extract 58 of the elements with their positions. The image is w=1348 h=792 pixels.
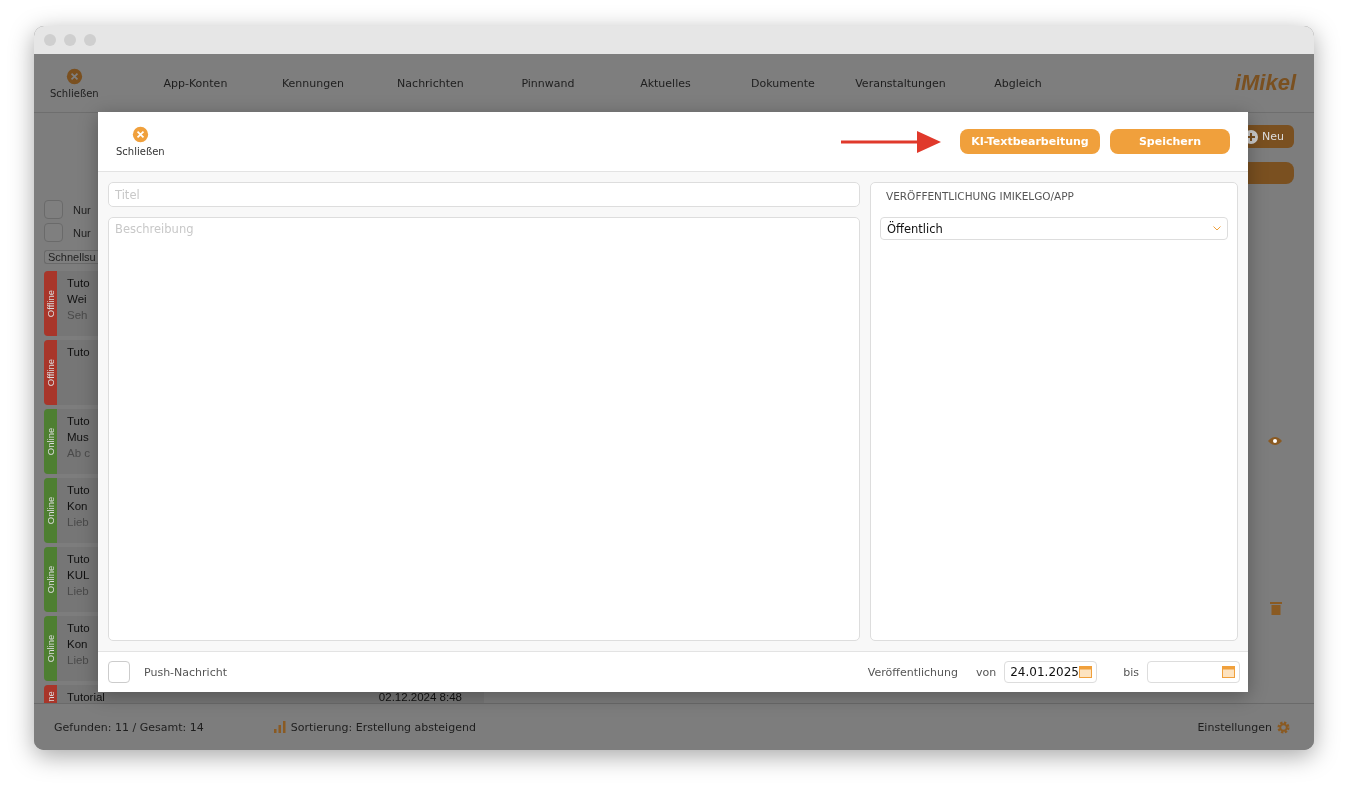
action-bar[interactable] [1248,162,1294,184]
checkbox-label: Push-Nachricht [144,665,227,679]
item-title: Tuto [67,622,91,635]
close-button[interactable]: Schließen [50,67,99,99]
item-title: Tuto [67,484,91,497]
checkbox-label: Nur [73,203,91,216]
item-title: Tuto [67,553,91,566]
bar-chart-icon[interactable] [273,721,286,733]
item-title: Kon [67,638,89,651]
status-badge: Online [44,616,57,681]
nav-item[interactable]: Kennungen [254,76,372,90]
status-badge: Online [44,547,57,612]
settings-icon[interactable] [1277,720,1290,734]
item-title: Tutorial [67,691,105,703]
calendar-icon[interactable] [1222,666,1235,678]
logo: iMikel [1234,70,1296,96]
status-badge: ne [44,685,57,703]
nav-item[interactable]: Veranstaltungen [841,76,960,90]
item-title: Wei [67,293,88,306]
eye-icon[interactable] [1268,435,1282,446]
item-title: Tuto [67,415,91,428]
trash-icon[interactable] [1270,601,1282,616]
item-title: Tuto [67,277,91,290]
ai-edit-button[interactable]: KI-Textbearbeitung [960,129,1100,154]
nav-item[interactable]: Aktuelles [606,76,725,90]
to-label: bis [1123,665,1139,679]
close-button[interactable]: Schließen [116,126,165,157]
save-button[interactable]: Speichern [1110,129,1230,154]
nav-item[interactable]: Abgleich [959,76,1077,90]
item-title: Mus [67,431,90,444]
result-count: Gefunden: 11 / Gesamt: 14 [54,720,204,734]
chevron-down-icon [1213,226,1221,231]
item-title: KUL [67,569,91,582]
status-badge: Offline [44,271,57,336]
calendar-icon[interactable] [1079,666,1093,678]
publication-label: Veröffentlichung [867,665,958,679]
item-date: 02.12.2024 8:48 [378,691,462,703]
nav-item[interactable]: App-Konten [136,76,255,90]
status-badge: Offline [44,340,57,405]
item-title: Kon [67,500,89,513]
from-label: von [976,665,997,679]
visibility-select[interactable]: Öffentlich [880,217,1228,240]
search-field[interactable]: Schnellsu [44,250,100,264]
status-badge: Online [44,478,57,543]
sort-label[interactable]: Sortierung: Erstellung absteigend [290,720,476,734]
item-title: Tuto [67,346,91,359]
close-icon [131,126,149,143]
settings-label[interactable]: Einstellungen [1197,720,1272,734]
date-field[interactable]: 24.01.2025 [1004,661,1098,683]
checkbox-label: Nur [73,226,91,239]
nav-item[interactable]: Dokumente [724,76,842,90]
nav-item[interactable]: Nachrichten [371,76,490,90]
status-badge: Online [44,409,57,474]
panel-heading: VERÖFFENTLICHUNG IMIKELGO/APP [885,190,1075,202]
date-field[interactable] [1147,661,1240,683]
nav-item[interactable]: Pinnwand [489,76,607,90]
close-icon [65,67,83,85]
arrow-icon [841,129,941,154]
